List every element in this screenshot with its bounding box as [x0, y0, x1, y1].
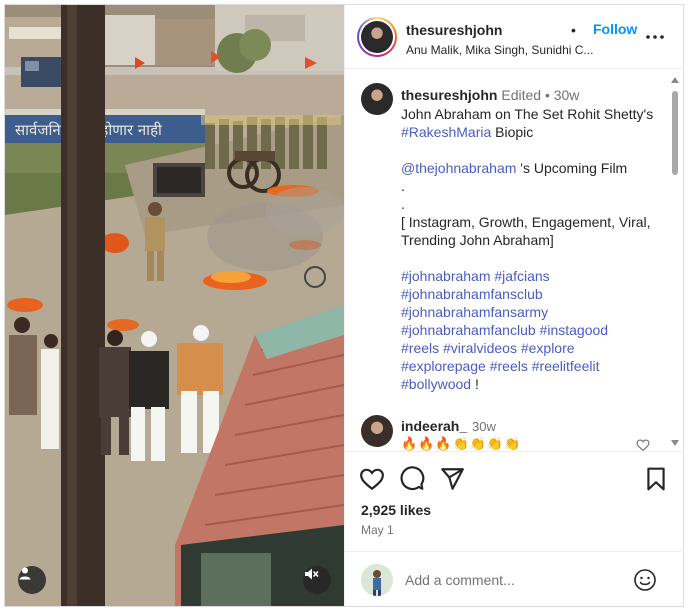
comment-bubble-icon[interactable]: [399, 466, 425, 492]
action-bar: 2,925 likes May 1: [345, 451, 684, 551]
caption-username[interactable]: thesureshjohn: [401, 87, 497, 103]
scroll-down-arrow[interactable]: [671, 440, 679, 446]
smiley-icon[interactable]: [633, 568, 657, 592]
scroll-up-arrow[interactable]: [671, 77, 679, 83]
caption-dot: .: [401, 178, 405, 194]
post-side-panel: thesureshjohn • Follow Anu Malik, Mika S…: [344, 5, 684, 606]
bookmark-icon[interactable]: [643, 466, 669, 492]
comments-section[interactable]: thesureshjohn Edited • 30w John Abraham …: [345, 69, 684, 451]
heart-icon[interactable]: [359, 466, 385, 492]
header-username[interactable]: thesureshjohn: [406, 22, 502, 38]
hashtag-link[interactable]: #johnabrahamfanclub #instagood: [401, 321, 669, 339]
hashtag-link[interactable]: #explorepage #reels #reelitfeelit: [401, 357, 669, 375]
current-user-avatar: [361, 564, 393, 596]
hashtag-link[interactable]: #RakeshMaria: [401, 124, 491, 140]
caption-text: John Abraham on The Set Rohit Shetty's #R…: [401, 105, 669, 393]
likes-count[interactable]: 2,925 likes: [361, 502, 431, 518]
comment-time: 30w: [472, 419, 496, 434]
comment-composer: [345, 551, 684, 606]
more-horizontal-icon[interactable]: [643, 25, 667, 49]
avatar: [361, 21, 393, 53]
hashtag-link[interactable]: #johnabrahamfansclub: [401, 285, 669, 303]
hashtag-link[interactable]: #bollywood: [401, 376, 471, 392]
follow-button[interactable]: Follow: [593, 21, 637, 37]
paper-plane-icon[interactable]: [439, 466, 465, 492]
person-tag-icon: [19, 567, 31, 580]
heart-outline-icon[interactable]: [636, 438, 650, 451]
header-separator: •: [571, 22, 576, 38]
story-ring-avatar[interactable]: [357, 17, 397, 57]
caption-header: thesureshjohn Edited • 30w: [401, 87, 579, 103]
tag-people-button[interactable]: [18, 566, 46, 594]
mention-link[interactable]: @thejohnabraham: [401, 160, 516, 176]
comment-username[interactable]: indeerah_: [401, 418, 467, 434]
caption-title-rest: Biopic: [491, 124, 534, 140]
video-frame-image: सार्वजनि काणी होणार नाही: [5, 5, 344, 606]
audio-attribution-link[interactable]: Anu Malik, Mika Singh, Sunidhi C...: [406, 43, 601, 57]
hashtag-link[interactable]: #johnabraham #jafcians: [401, 267, 669, 285]
caption-keywords: [ Instagram, Growth, Engagement, Viral, …: [401, 214, 651, 248]
caption-mention-rest: 's Upcoming Film: [516, 160, 628, 176]
caption-end-mark: !: [471, 376, 479, 392]
comments-scrollbar[interactable]: [669, 77, 681, 449]
mute-toggle-button[interactable]: [303, 566, 331, 594]
comment-avatar[interactable]: [361, 415, 393, 447]
caption-line: @thejohnabraham 's Upcoming Film: [401, 159, 669, 177]
hashtag-link[interactable]: #johnabrahamfansarmy: [401, 303, 669, 321]
caption-line: John Abraham on The Set Rohit Shetty's #R…: [401, 105, 669, 141]
post-header: thesureshjohn • Follow Anu Malik, Mika S…: [345, 5, 684, 69]
comment-input[interactable]: [405, 567, 615, 593]
post-dialog: सार्वजनि काणी होणार नाही: [4, 4, 684, 607]
post-date: May 1: [361, 523, 394, 537]
caption-avatar[interactable]: [361, 83, 393, 115]
hashtag-link[interactable]: #reels #viralvideos #explore: [401, 339, 669, 357]
speaker-muted-icon: [305, 568, 319, 580]
comment-text: 🔥🔥🔥👏👏👏👏: [401, 436, 522, 451]
caption-line: #bollywood !: [401, 375, 669, 393]
current-user-photo: [361, 564, 393, 596]
post-video[interactable]: सार्वजनि काणी होणार नाही: [5, 5, 344, 606]
caption-title: John Abraham on The Set Rohit Shetty's: [401, 106, 654, 122]
caption-meta: Edited • 30w: [501, 87, 580, 103]
scroll-thumb[interactable]: [672, 91, 678, 175]
caption-dot: .: [401, 196, 405, 212]
